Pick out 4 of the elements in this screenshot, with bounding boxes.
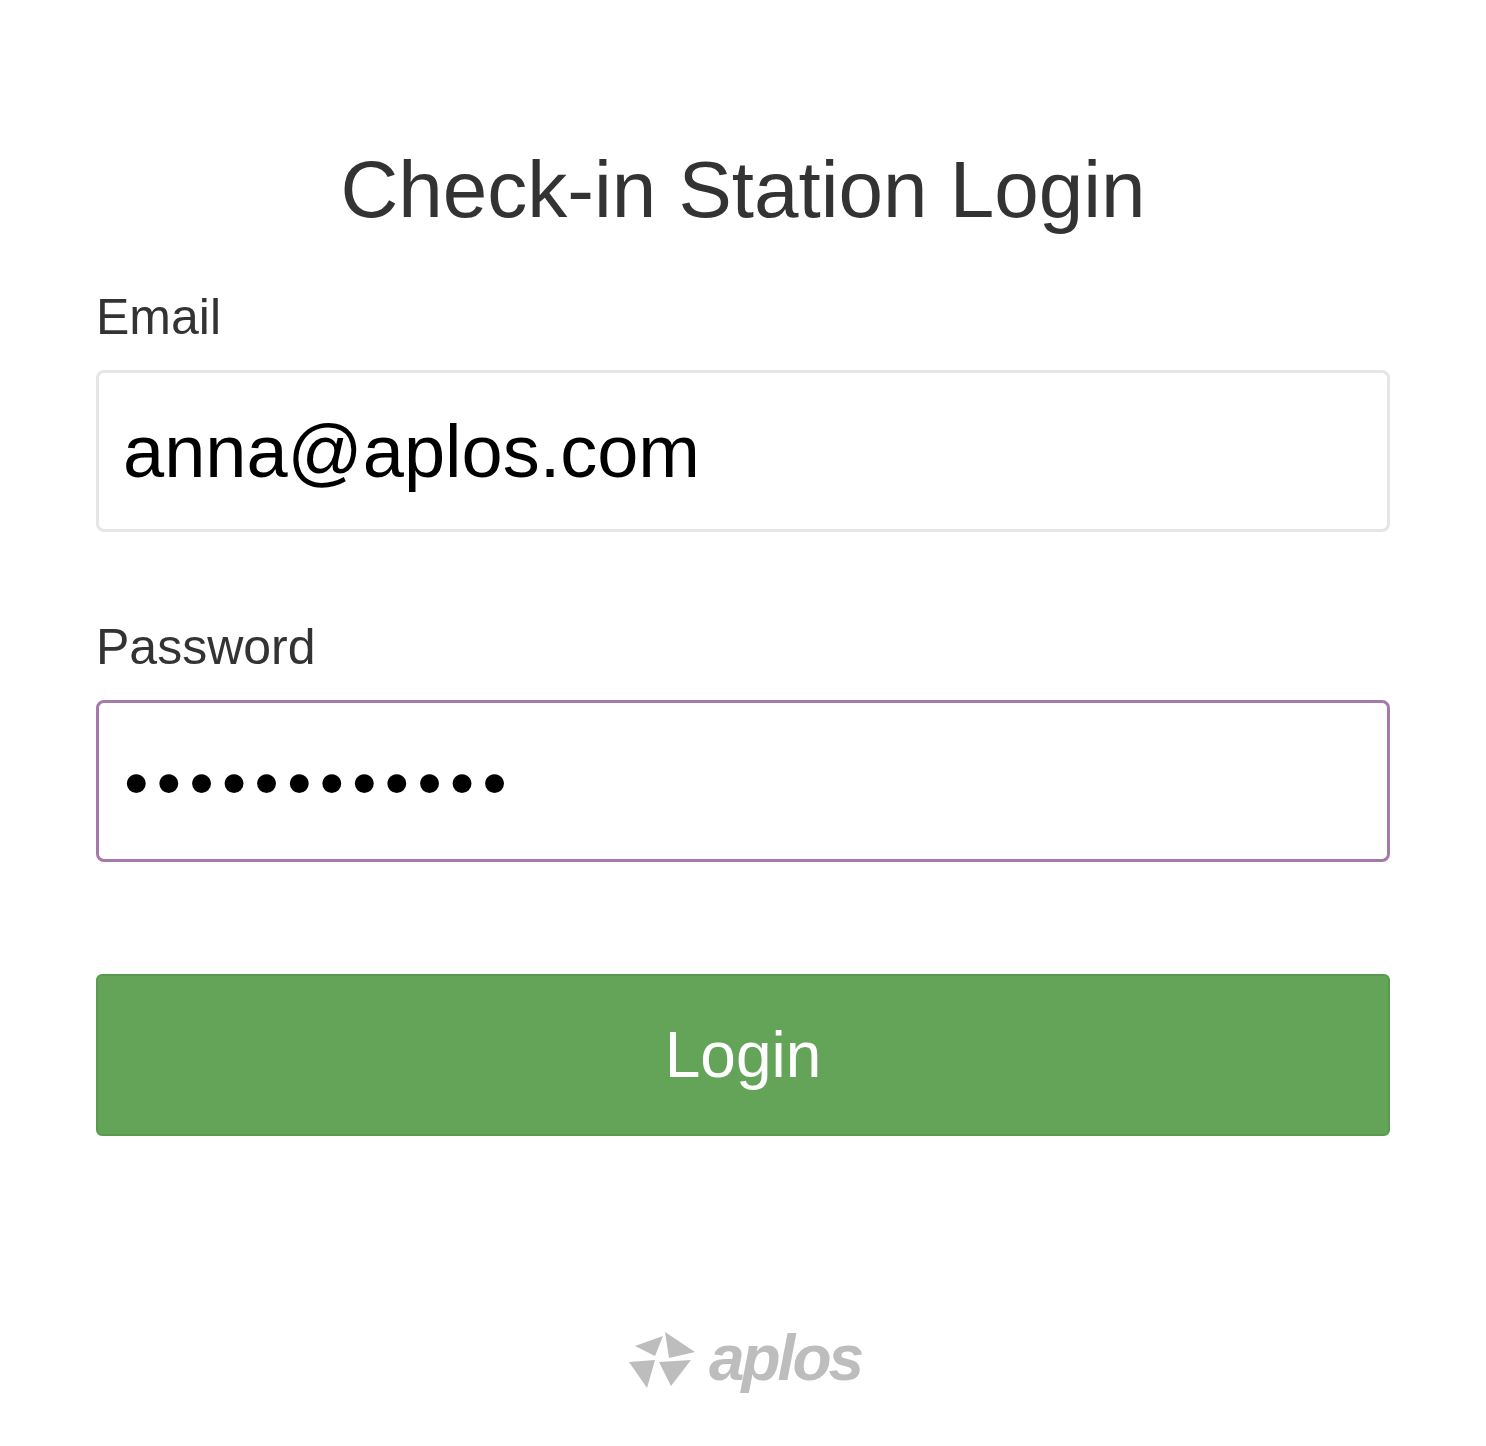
password-field[interactable]: ●●●●●●●●●●●● — [96, 700, 1390, 862]
field-label: Password — [96, 622, 316, 672]
field-label: Email — [96, 292, 222, 342]
email-field[interactable]: anna@aplos.com — [96, 370, 1390, 532]
